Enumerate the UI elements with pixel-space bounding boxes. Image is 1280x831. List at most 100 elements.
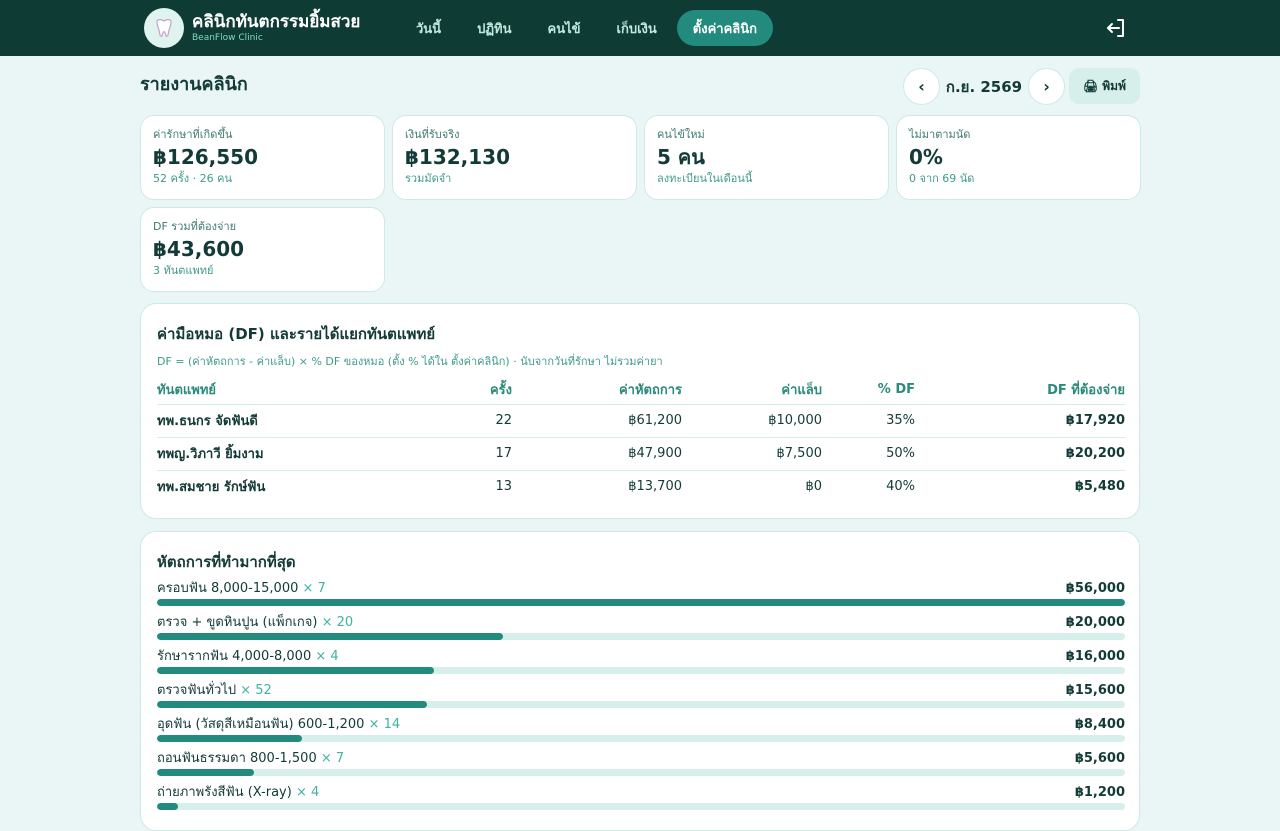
print-button[interactable]: 🖨 พิมพ์ (1069, 68, 1140, 104)
procedure-bar-track (157, 667, 1125, 674)
procedure-name: ครอบฟัน 8,000-15,000 (157, 581, 299, 596)
print-label: พิมพ์ (1102, 78, 1126, 93)
stat-value: ฿43,600 (153, 237, 245, 261)
procedure-name: รักษารากฟัน 4,000-8,000 (157, 649, 312, 664)
list-item: ถ่ายภาพรังสีฟัน (X-ray) × 4 ฿1,200 (157, 784, 1125, 818)
stat-card-df-total: DF รวมที่ต้องจ่าย ฿43,600 3 ทันตแพทย์ (140, 207, 385, 292)
stat-card-no-show: ไม่มาตามนัด 0% 0 จาก 69 นัด (896, 115, 1141, 200)
df-formula-note: DF = (ค่าหัตถการ - ค่าแล็บ) × % DF ของหม… (157, 355, 663, 368)
procedure-bar-track (157, 769, 1125, 776)
procedure-bar-fill (157, 769, 254, 776)
stat-sub: 0 จาก 69 นัด (909, 172, 975, 185)
nav-calendar[interactable]: ปฏิทิน (461, 10, 527, 46)
procedures-list: ครอบฟัน 8,000-15,000 × 7 ฿56,000 ตรวจ + … (157, 580, 1125, 818)
procedure-bar-track (157, 701, 1125, 708)
list-item: ตรวจฟันทั่วไป × 52 ฿15,600 (157, 682, 1125, 716)
page-title: รายงานคลินิก (140, 74, 248, 95)
procedure-bar-fill (157, 735, 303, 742)
procedure-bar-fill (157, 803, 178, 810)
month-navigator: ‹ ก.ย. 2569 › (903, 68, 1065, 105)
stat-sub: 52 ครั้ง · 26 คน (153, 172, 232, 185)
stat-label: คนไข้ใหม่ (657, 128, 705, 141)
df-payable-cell: ฿17,920 (915, 404, 1125, 438)
top-bar: คลินิกทันตกรรมยิ้มสวย BeanFlow Clinic วั… (0, 0, 1280, 56)
nav-patients[interactable]: คนไข้ (532, 10, 597, 46)
stat-sub: ลงทะเบียนในเดือนนี้ (657, 172, 753, 185)
table-row[interactable]: ทพญ.วิภาวี ยิ้มงาม 17 ฿47,900 ฿7,500 50%… (157, 437, 1125, 471)
next-month-button[interactable]: › (1028, 68, 1065, 105)
procedure-count: × 7 (320, 751, 345, 766)
lab-fee-cell: ฿0 (805, 479, 822, 495)
col-procedure-fee: ค่าหัตถการ (512, 376, 682, 405)
main-nav: วันนี้ ปฏิทิน คนไข้ เก็บเงิน ตั้งค่าคลิน… (400, 10, 777, 46)
procedure-bar-fill (157, 667, 434, 674)
table-row[interactable]: ทพ.ธนกร จัดฟันดี 22 ฿61,200 ฿10,000 35% … (157, 404, 1125, 438)
stat-sub: รวมมัดจำ (405, 172, 452, 185)
stat-card-new-patients: คนไข้ใหม่ 5 คน ลงทะเบียนในเดือนนี้ (644, 115, 889, 200)
procedure-count: × 4 (315, 649, 339, 664)
procedure-count: × 4 (295, 785, 320, 800)
stat-value: 0% (909, 145, 943, 169)
procedure-amount: ฿20,000 (1065, 615, 1125, 630)
procedure-name: อุดฟัน (วัสดุสีเหมือนฟัน) 600-1,200 (157, 717, 365, 732)
stat-label: ไม่มาตามนัด (909, 128, 971, 141)
procedure-count: × 52 (240, 683, 272, 698)
df-panel: ค่ามือหมอ (DF) และรายได้แยกทันตแพทย์ DF … (140, 303, 1140, 519)
col-df-percent: % DF (822, 376, 915, 405)
col-lab-fee: ค่าแล็บ (682, 376, 822, 405)
stat-value: ฿132,130 (405, 145, 511, 169)
df-percent-cell: 50% (822, 437, 915, 471)
nav-clinic-settings[interactable]: ตั้งค่าคลินิก (676, 10, 773, 46)
col-visits: ครั้ง (352, 376, 512, 405)
logout-icon[interactable] (1104, 16, 1128, 40)
procedure-bar-fill (157, 599, 1125, 606)
stat-label: DF รวมที่ต้องจ่าย (153, 220, 237, 233)
clinic-subtitle: BeanFlow Clinic (192, 33, 263, 43)
procedure-fee-cell: ฿47,900 (512, 437, 682, 471)
col-dentist: ทันตแพทย์ (157, 376, 352, 405)
brand[interactable]: คลินิกทันตกรรมยิ้มสวย BeanFlow Clinic (144, 8, 360, 48)
stat-sub: 3 ทันตแพทย์ (153, 264, 214, 277)
visits-cell: 17 (352, 437, 512, 471)
list-item: ถอนฟันธรรมดา 800-1,500 × 7 ฿5,600 (157, 750, 1125, 784)
stat-card-treatment-charges: ค่ารักษาที่เกิดขึ้น ฿126,550 52 ครั้ง · … (140, 115, 385, 200)
table-header-row: ทันตแพทย์ ครั้ง ค่าหัตถการ ค่าแล็บ % DF … (157, 376, 1125, 405)
df-percent-cell: 35% (822, 404, 915, 438)
procedure-amount: ฿1,200 (1074, 785, 1125, 800)
col-df-payable: DF ที่ต้องจ่าย (915, 376, 1125, 405)
procedure-bar-fill (157, 701, 427, 708)
nav-billing[interactable]: เก็บเงิน (601, 10, 673, 46)
nav-today[interactable]: วันนี้ (400, 10, 457, 46)
list-item: ตรวจ + ขูดหินปูน (แพ็กเกจ) × 20 ฿20,000 (157, 614, 1125, 648)
stat-value: 5 คน (657, 145, 705, 169)
stat-label: ค่ารักษาที่เกิดขึ้น (153, 128, 233, 141)
dentist-name: ทพญ.วิภาวี ยิ้มงาม (157, 437, 352, 471)
procedure-amount: ฿56,000 (1065, 581, 1125, 596)
stat-label: เงินที่รับจริง (405, 128, 460, 141)
top-procedures-panel: หัตถการที่ทำมากที่สุด ครอบฟัน 8,000-15,0… (140, 531, 1140, 831)
procedure-bar-track (157, 599, 1125, 606)
tooth-logo-icon (144, 8, 184, 48)
procedures-title: หัตถการที่ทำมากที่สุด (157, 553, 296, 571)
list-item: อุดฟัน (วัสดุสีเหมือนฟัน) 600-1,200 × 14… (157, 716, 1125, 750)
visits-cell: 22 (352, 404, 512, 438)
procedure-name: ตรวจ + ขูดหินปูน (แพ็กเกจ) (157, 615, 318, 630)
clinic-name: คลินิกทันตกรรมยิ้มสวย (192, 12, 361, 32)
df-payable-cell: ฿5,480 (1074, 479, 1125, 495)
df-panel-title: ค่ามือหมอ (DF) และรายได้แยกทันตแพทย์ (157, 325, 436, 343)
table-row[interactable]: ทพ.สมชาย รักษ์ฟัน 13 ฿13,700 ฿0 40% ฿5,4… (157, 470, 1125, 503)
df-table: ทันตแพทย์ ครั้ง ค่าหัตถการ ค่าแล็บ % DF … (157, 376, 1125, 503)
procedure-amount: ฿16,000 (1065, 649, 1125, 664)
prev-month-button[interactable]: ‹ (903, 68, 940, 105)
procedure-bar-fill (157, 633, 503, 640)
df-percent-cell: 40% (886, 479, 915, 495)
procedure-bar-track (157, 803, 1125, 810)
list-item: รักษารากฟัน 4,000-8,000 × 4 ฿16,000 (157, 648, 1125, 682)
procedure-fee-cell: ฿61,200 (512, 404, 682, 438)
lab-fee-cell: ฿7,500 (682, 437, 822, 471)
procedure-amount: ฿15,600 (1065, 683, 1125, 698)
stat-value: ฿126,550 (153, 145, 259, 169)
list-item: ครอบฟัน 8,000-15,000 × 7 ฿56,000 (157, 580, 1125, 614)
procedure-bar-track (157, 633, 1125, 640)
df-payable-cell: ฿20,200 (915, 437, 1125, 471)
